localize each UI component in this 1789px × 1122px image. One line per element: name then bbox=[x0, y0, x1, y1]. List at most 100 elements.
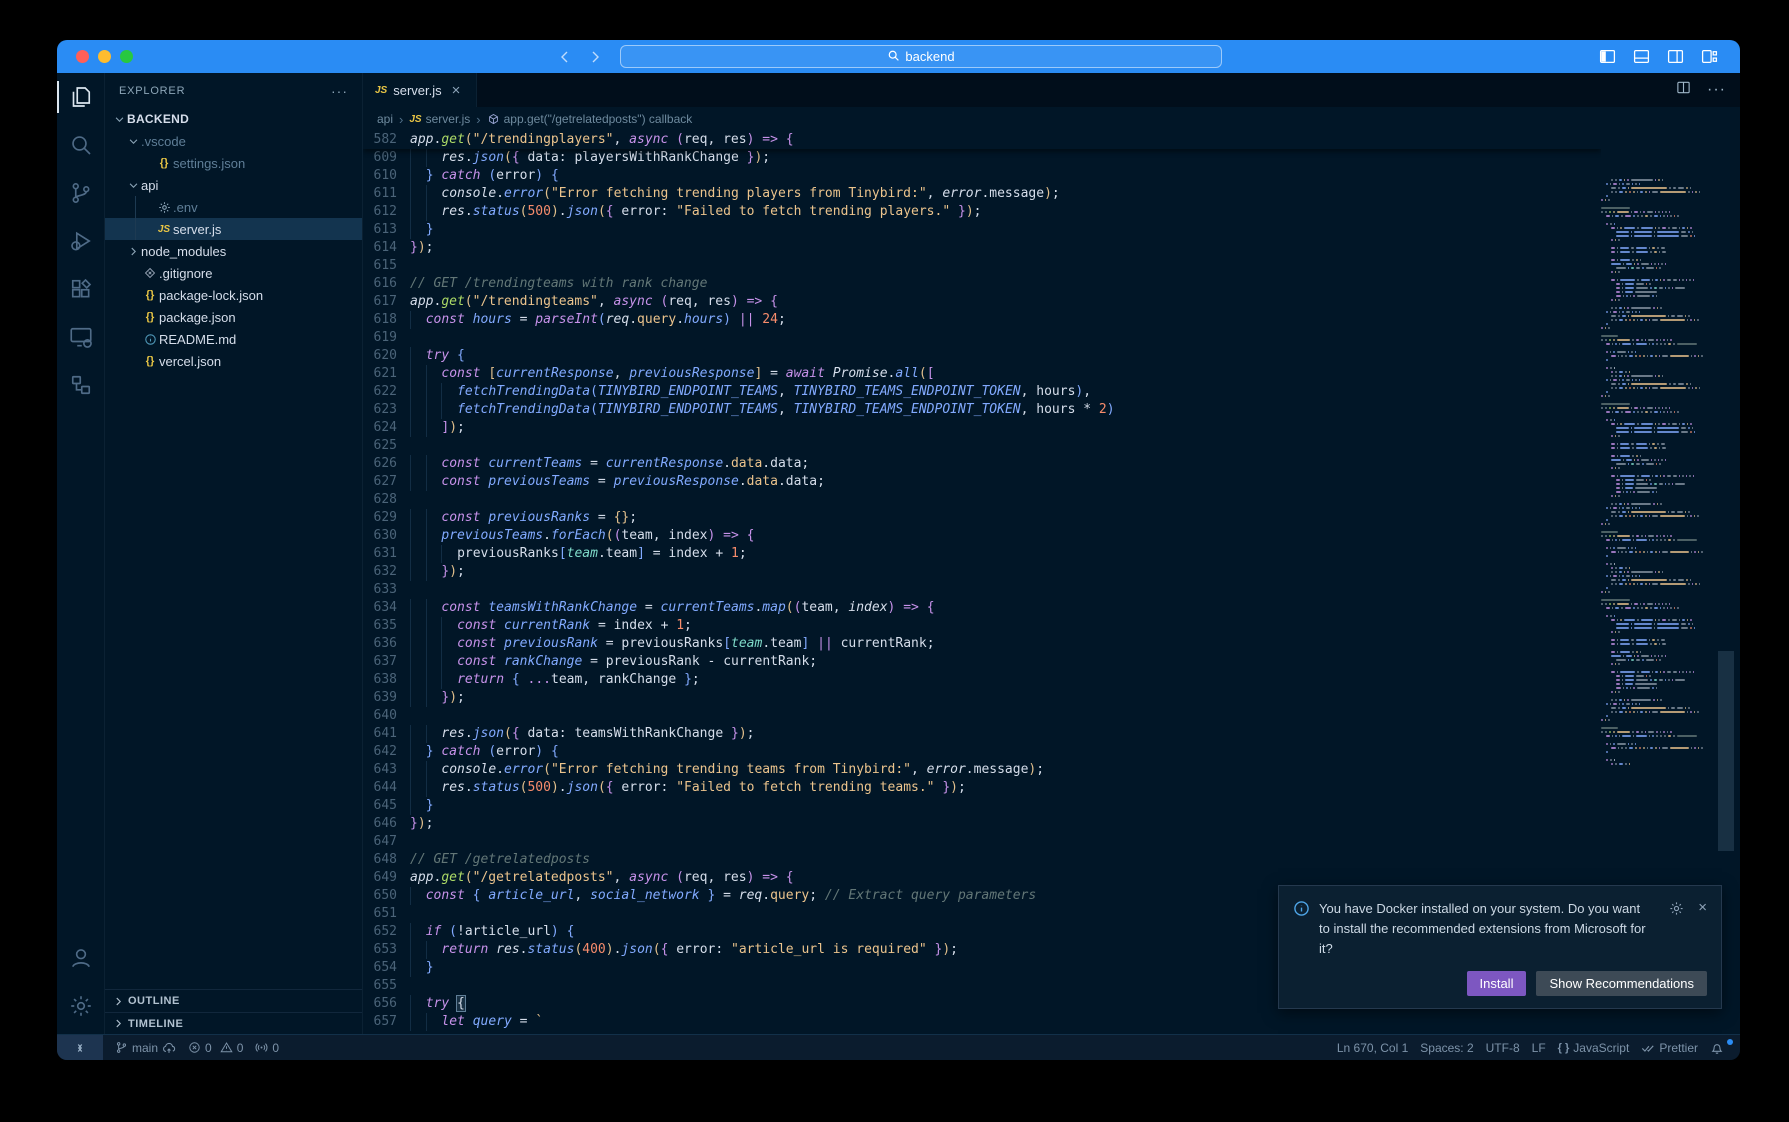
language-mode[interactable]: { }JavaScript bbox=[1552, 1041, 1636, 1055]
tree-item-server.js[interactable]: JSserver.js bbox=[105, 218, 362, 240]
remote-explorer-icon[interactable] bbox=[57, 313, 105, 361]
explorer-more-actions-icon[interactable]: ··· bbox=[331, 83, 348, 99]
run-debug-icon[interactable] bbox=[57, 217, 105, 265]
notifications-bell-icon[interactable] bbox=[1704, 1041, 1730, 1055]
code-line[interactable]: 648// GET /getrelatedposts bbox=[363, 851, 1601, 869]
zoom-window-button[interactable] bbox=[120, 50, 133, 63]
navigate-back-icon[interactable] bbox=[557, 49, 573, 65]
code-line[interactable]: 623fetchTrendingData(TINYBIRD_ENDPOINT_T… bbox=[363, 401, 1601, 419]
code-line[interactable]: 618const hours = parseInt(req.query.hour… bbox=[363, 311, 1601, 329]
code-line[interactable]: 639}); bbox=[363, 689, 1601, 707]
tree-item-README.md[interactable]: README.md bbox=[105, 328, 362, 350]
minimize-window-button[interactable] bbox=[98, 50, 111, 63]
tree-item-.vscode[interactable]: .vscode bbox=[105, 130, 362, 152]
settings-icon[interactable] bbox=[57, 982, 105, 1030]
editor-more-actions-icon[interactable]: ··· bbox=[1707, 81, 1726, 99]
tree-item-.env[interactable]: .env bbox=[105, 196, 362, 218]
install-button[interactable]: Install bbox=[1467, 971, 1527, 996]
references-icon[interactable] bbox=[57, 361, 105, 409]
code-line[interactable]: 627const previousTeams = previousRespons… bbox=[363, 473, 1601, 491]
code-line[interactable]: 611console.error("Error fetching trendin… bbox=[363, 185, 1601, 203]
code-line[interactable]: 637const rankChange = previousRank - cur… bbox=[363, 653, 1601, 671]
code-line[interactable]: 640 bbox=[363, 707, 1601, 725]
scrollbar-slider[interactable] bbox=[1718, 651, 1734, 851]
tree-item-node_modules[interactable]: node_modules bbox=[105, 240, 362, 262]
breadcrumb-item[interactable]: JSserver.js bbox=[409, 112, 470, 126]
breadcrumb-item[interactable]: app.get("/getrelatedposts") callback bbox=[487, 112, 693, 126]
eol[interactable]: LF bbox=[1526, 1041, 1552, 1055]
account-icon[interactable] bbox=[57, 934, 105, 982]
formatter[interactable]: Prettier bbox=[1635, 1041, 1704, 1055]
tree-item-api[interactable]: api bbox=[105, 174, 362, 196]
remote-indicator[interactable] bbox=[57, 1035, 103, 1060]
extensions-icon[interactable] bbox=[57, 265, 105, 313]
command-center-search[interactable]: backend bbox=[620, 45, 1222, 68]
code-line[interactable]: 613} bbox=[363, 221, 1601, 239]
code-line[interactable]: 622fetchTrendingData(TINYBIRD_ENDPOINT_T… bbox=[363, 383, 1601, 401]
code-line[interactable]: 632}); bbox=[363, 563, 1601, 581]
code-line[interactable]: 630previousTeams.forEach((team, index) =… bbox=[363, 527, 1601, 545]
notification-close-icon[interactable]: × bbox=[1698, 901, 1707, 914]
code-line[interactable]: 631previousRanks[team.team] = index + 1; bbox=[363, 545, 1601, 563]
code-line[interactable]: 641res.json({ data: teamsWithRankChange … bbox=[363, 725, 1601, 743]
code-line[interactable]: 643console.error("Error fetching trendin… bbox=[363, 761, 1601, 779]
notification-settings-icon[interactable] bbox=[1669, 901, 1684, 919]
tree-item-.gitignore[interactable]: .gitignore bbox=[105, 262, 362, 284]
code-line[interactable]: 647 bbox=[363, 833, 1601, 851]
code-line[interactable]: 617app.get("/trendingteams", async (req,… bbox=[363, 293, 1601, 311]
tree-item-settings.json[interactable]: {}settings.json bbox=[105, 152, 362, 174]
code-line[interactable]: 634const teamsWithRankChange = currentTe… bbox=[363, 599, 1601, 617]
close-tab-icon[interactable]: × bbox=[452, 82, 461, 99]
tree-item-vercel.json[interactable]: {}vercel.json bbox=[105, 350, 362, 372]
code-line[interactable]: 621const [currentResponse, previousRespo… bbox=[363, 365, 1601, 383]
code-line[interactable]: 609res.json({ data: playersWithRankChang… bbox=[363, 149, 1601, 167]
code-line[interactable]: 645} bbox=[363, 797, 1601, 815]
sidebar-section-timeline[interactable]: TIMELINE bbox=[105, 1012, 362, 1034]
code-line[interactable]: 642} catch (error) { bbox=[363, 743, 1601, 761]
close-window-button[interactable] bbox=[76, 50, 89, 63]
breadcrumb-item[interactable]: api bbox=[377, 112, 393, 126]
code-line[interactable]: 644res.status(500).json({ error: "Failed… bbox=[363, 779, 1601, 797]
toggle-panel-icon[interactable] bbox=[1633, 48, 1650, 65]
git-branch-status[interactable]: main bbox=[109, 1041, 182, 1055]
tree-item-package.json[interactable]: {}package.json bbox=[105, 306, 362, 328]
code-line[interactable]: 626const currentTeams = currentResponse.… bbox=[363, 455, 1601, 473]
code-line[interactable]: 657let query = ` bbox=[363, 1013, 1601, 1031]
code-line[interactable]: 620try { bbox=[363, 347, 1601, 365]
source-control-icon[interactable] bbox=[57, 169, 105, 217]
cursor-position[interactable]: Ln 670, Col 1 bbox=[1331, 1041, 1414, 1055]
tree-item-package-lock.json[interactable]: {}package-lock.json bbox=[105, 284, 362, 306]
ports-status[interactable]: 0 bbox=[249, 1041, 285, 1055]
tree-item-BACKEND[interactable]: BACKEND bbox=[105, 108, 362, 130]
code-line[interactable]: 638return { ...team, rankChange }; bbox=[363, 671, 1601, 689]
encoding[interactable]: UTF-8 bbox=[1480, 1041, 1526, 1055]
code-line[interactable]: 636const previousRank = previousRanks[te… bbox=[363, 635, 1601, 653]
split-editor-icon[interactable] bbox=[1676, 80, 1691, 100]
code-line[interactable]: 616// GET /trendingteams with rank chang… bbox=[363, 275, 1601, 293]
toggle-sidebar-icon[interactable] bbox=[1599, 48, 1616, 65]
code-line[interactable]: 614}); bbox=[363, 239, 1601, 257]
sticky-line[interactable]: 582app.get("/trendingplayers", async (re… bbox=[363, 131, 1601, 149]
sidebar-section-outline[interactable]: OUTLINE bbox=[105, 990, 362, 1012]
code-line[interactable]: 624]); bbox=[363, 419, 1601, 437]
code-line[interactable]: 633 bbox=[363, 581, 1601, 599]
customize-layout-icon[interactable] bbox=[1701, 48, 1718, 65]
code-line[interactable]: 612res.status(500).json({ error: "Failed… bbox=[363, 203, 1601, 221]
code-line[interactable]: 646}); bbox=[363, 815, 1601, 833]
problems-status[interactable]: 0 0 bbox=[182, 1041, 249, 1055]
code-line[interactable]: 615 bbox=[363, 257, 1601, 275]
search-icon[interactable] bbox=[57, 121, 105, 169]
code-line[interactable]: 628 bbox=[363, 491, 1601, 509]
indentation[interactable]: Spaces: 2 bbox=[1414, 1041, 1479, 1055]
code-line[interactable]: 619 bbox=[363, 329, 1601, 347]
toggle-secondary-sidebar-icon[interactable] bbox=[1667, 48, 1684, 65]
code-line[interactable]: 625 bbox=[363, 437, 1601, 455]
show-recommendations-button[interactable]: Show Recommendations bbox=[1536, 971, 1707, 996]
code-line[interactable]: 629const previousRanks = {}; bbox=[363, 509, 1601, 527]
editor-group: JS server.js × ··· api›JSserver.js›app.g… bbox=[363, 73, 1740, 1034]
code-line[interactable]: 635const currentRank = index + 1; bbox=[363, 617, 1601, 635]
tab-server-js[interactable]: JS server.js × bbox=[363, 73, 477, 107]
explorer-icon[interactable] bbox=[57, 73, 105, 121]
code-line[interactable]: 610} catch (error) { bbox=[363, 167, 1601, 185]
navigate-forward-icon[interactable] bbox=[587, 49, 603, 65]
